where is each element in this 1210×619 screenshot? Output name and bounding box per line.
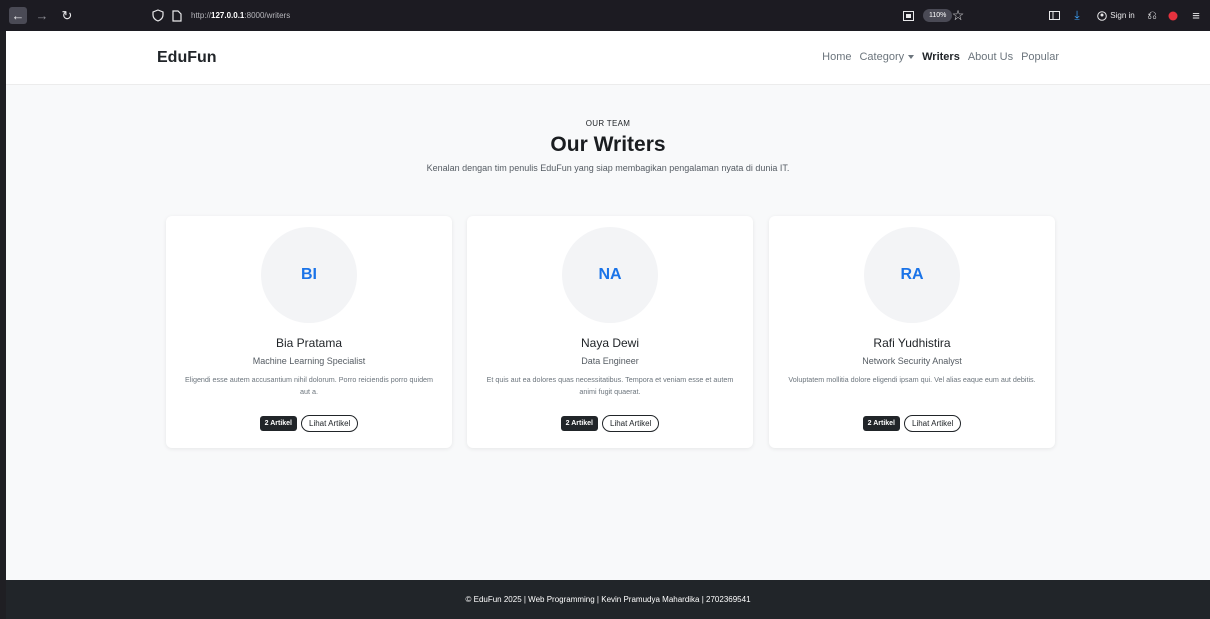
account-icon	[1097, 10, 1108, 21]
nav-links: Home Category Writers About Us Popular	[822, 51, 1059, 63]
card-actions: 2 Artikel Lihat Artikel	[467, 415, 753, 432]
caret-down-icon	[908, 55, 915, 60]
article-count-badge: 2 Artikel	[560, 416, 598, 431]
shield-icon	[152, 9, 164, 22]
writer-name: Bia Pratama	[275, 336, 343, 350]
writer-role: Data Engineer	[581, 356, 639, 366]
card-actions: 2 Artikel Lihat Artikel	[166, 415, 452, 432]
writer-card: RA Rafi Yudhistira Network Security Anal…	[769, 216, 1055, 448]
writer-bio: Eligendi esse autem accusantium nihil do…	[184, 375, 434, 396]
view-articles-button[interactable]: Lihat Artikel	[602, 415, 660, 432]
bookmark-star-icon[interactable]: ☆	[950, 7, 966, 24]
view-articles-button[interactable]: Lihat Artikel	[301, 415, 359, 432]
writer-card: BI Bia Pratama Machine Learning Speciali…	[166, 216, 452, 448]
nav-link-home[interactable]: Home	[822, 51, 851, 63]
page-subtitle: Kenalan dengan tim penulis EduFun yang s…	[426, 163, 790, 173]
nav-link-popular[interactable]: Popular	[1021, 51, 1059, 63]
back-arrow-icon[interactable]: ←	[9, 7, 27, 24]
footer-text: © EduFun 2025 | Web Programming | Kevin …	[465, 595, 751, 604]
page-icon	[172, 9, 182, 22]
forward-arrow-icon[interactable]: →	[33, 7, 51, 24]
browser-toolbar: ← → ↻ http://127.0.0.1:8000/writers 110%…	[0, 0, 1210, 31]
nav-link-category[interactable]: Category	[859, 51, 915, 63]
site-footer: © EduFun 2025 | Web Programming | Kevin …	[6, 580, 1210, 619]
view-articles-button[interactable]: Lihat Artikel	[904, 415, 962, 432]
address-bar[interactable]: http://127.0.0.1:8000/writers	[152, 6, 992, 25]
brand-logo[interactable]: EduFun	[157, 49, 217, 67]
writer-role: Machine Learning Specialist	[252, 356, 366, 366]
extensions-icon[interactable]: ⎌	[1144, 7, 1160, 24]
avatar: RA	[864, 227, 960, 323]
writer-name: Naya Dewi	[580, 336, 640, 350]
avatar: BI	[261, 227, 357, 323]
card-actions: 2 Artikel Lihat Artikel	[769, 415, 1055, 432]
writer-bio: Et quis aut ea dolores quas necessitatib…	[486, 375, 734, 396]
reader-view-icon[interactable]	[900, 7, 916, 24]
article-count-badge: 2 Artikel	[259, 416, 297, 431]
writer-bio: Voluptatem mollitia dolore eligendi ipsa…	[788, 375, 1036, 384]
sidebar-icon[interactable]	[1046, 7, 1062, 24]
sign-in-button[interactable]: Sign in	[1093, 7, 1139, 24]
section-eyebrow: OUR TEAM	[585, 119, 631, 128]
page: EduFun Home Category Writers About Us Po…	[6, 31, 1210, 619]
reload-icon[interactable]: ↻	[58, 7, 76, 24]
url-text: http://127.0.0.1:8000/writers	[191, 11, 291, 20]
nav-link-writers[interactable]: Writers	[922, 51, 960, 63]
writer-name: Rafi Yudhistira	[873, 336, 951, 350]
avatar: NA	[562, 227, 658, 323]
article-count-badge: 2 Artikel	[862, 416, 900, 431]
site-navbar: EduFun Home Category Writers About Us Po…	[6, 31, 1210, 85]
menu-icon[interactable]: ≡	[1188, 7, 1204, 24]
nav-link-about-us[interactable]: About Us	[968, 51, 1013, 63]
writer-role: Network Security Analyst	[862, 356, 962, 366]
page-title: Our Writers	[550, 133, 666, 156]
section-header: OUR TEAM Our Writers Kenalan dengan tim …	[6, 119, 1210, 173]
zoom-level-badge[interactable]: 110%	[923, 9, 953, 22]
download-icon[interactable]: ⤓	[1070, 7, 1084, 24]
writer-card: NA Naya Dewi Data Engineer Et quis aut e…	[467, 216, 753, 448]
record-extension-icon[interactable]	[1166, 7, 1180, 24]
